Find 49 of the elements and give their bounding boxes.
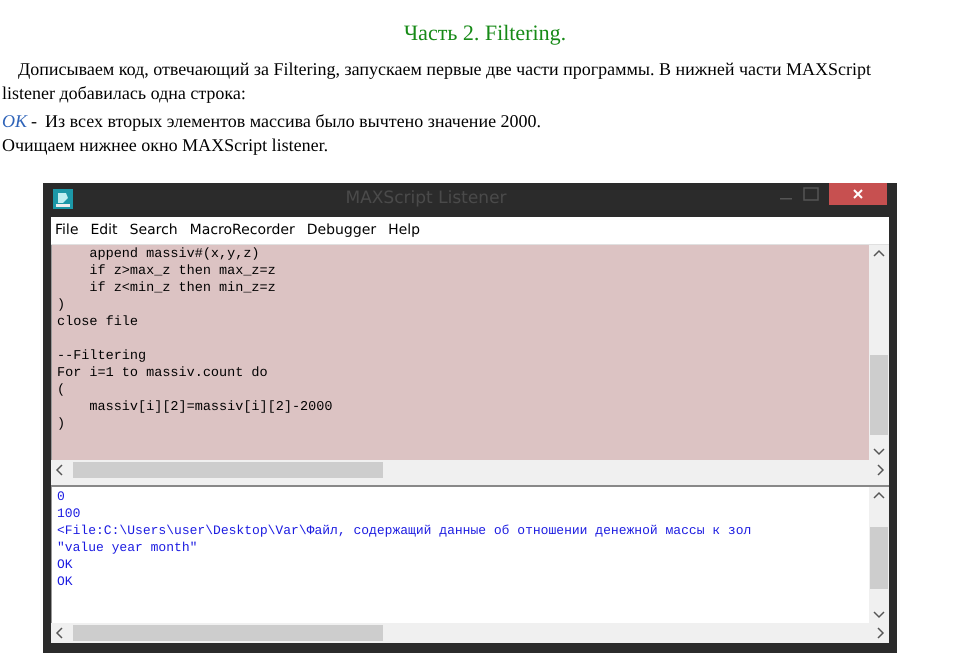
result-text: Из всех вторых элементов массива было вычтено значение 2000. bbox=[45, 110, 542, 133]
menu-item[interactable]: Edit bbox=[90, 220, 118, 241]
code-line: if z>max_z then max_z=z bbox=[88, 263, 276, 280]
paragraph: Дописываем код, отвечающий за Filtering, запускаем первые две части программы. В нижней части MAXScript listener добавилась одна строка: bbox=[2, 58, 872, 105]
scroll-left-icon[interactable] bbox=[55, 464, 63, 476]
scroll-right-icon[interactable] bbox=[877, 464, 885, 476]
code-line: For i=1 to massiv.count do bbox=[57, 365, 268, 382]
app-icon bbox=[53, 189, 73, 209]
horizontal-scrollbar[interactable] bbox=[51, 623, 889, 643]
close-icon bbox=[853, 189, 863, 199]
code-line: if z<min_z then min_z=z bbox=[88, 280, 276, 297]
scroll-down-icon[interactable] bbox=[873, 448, 885, 456]
section-heading: Часть 2. Filtering. bbox=[404, 19, 566, 47]
result-label: OK bbox=[2, 110, 28, 133]
horizontal-scrollbar[interactable] bbox=[51, 460, 889, 480]
output-line: 0 bbox=[57, 488, 65, 505]
code-line: close file bbox=[57, 314, 138, 331]
output-line: OK bbox=[57, 556, 73, 573]
scroll-left-icon[interactable] bbox=[55, 627, 63, 639]
scroll-right-icon[interactable] bbox=[877, 627, 885, 639]
note-text: Очищаем нижнее окно MAXScript listener. bbox=[2, 134, 330, 157]
scroll-thumb[interactable] bbox=[73, 462, 383, 478]
scroll-up-icon[interactable] bbox=[873, 491, 885, 499]
close-button[interactable] bbox=[829, 183, 887, 205]
menu-item[interactable]: MacroRecorder bbox=[190, 220, 295, 241]
output-line: "value year month" bbox=[57, 539, 198, 556]
code-line: massiv[i][2]=massiv[i][2]-2000 bbox=[88, 399, 332, 416]
code-line: ) bbox=[57, 416, 66, 433]
output-line: OK bbox=[57, 573, 73, 590]
maximize-icon[interactable] bbox=[803, 187, 819, 201]
output-line: 100 bbox=[57, 505, 80, 522]
menu-item[interactable]: Search bbox=[130, 220, 178, 241]
menu-item[interactable]: File bbox=[55, 220, 78, 241]
output-line: <File:C:\Users\user\Desktop\Var\Файл, содержащий данные об отношении денежной массы к зол bbox=[57, 522, 752, 539]
vertical-scrollbar[interactable] bbox=[869, 487, 889, 623]
code-line: append massiv#(x,y,z) bbox=[88, 246, 260, 263]
scroll-up-icon[interactable] bbox=[873, 249, 885, 257]
code-line: --Filtering bbox=[57, 348, 146, 365]
menu-item[interactable]: Help bbox=[388, 220, 420, 241]
scroll-thumb[interactable] bbox=[870, 355, 888, 435]
code-line: ( bbox=[57, 382, 66, 399]
menu-item[interactable]: Debugger bbox=[306, 220, 376, 241]
vertical-scrollbar[interactable] bbox=[869, 245, 889, 460]
scroll-thumb[interactable] bbox=[73, 625, 383, 641]
scroll-thumb[interactable] bbox=[870, 527, 888, 589]
pane-splitter[interactable] bbox=[51, 480, 889, 487]
scroll-down-icon[interactable] bbox=[873, 611, 885, 619]
separator: - bbox=[31, 110, 38, 133]
code-line: ) bbox=[57, 297, 66, 314]
